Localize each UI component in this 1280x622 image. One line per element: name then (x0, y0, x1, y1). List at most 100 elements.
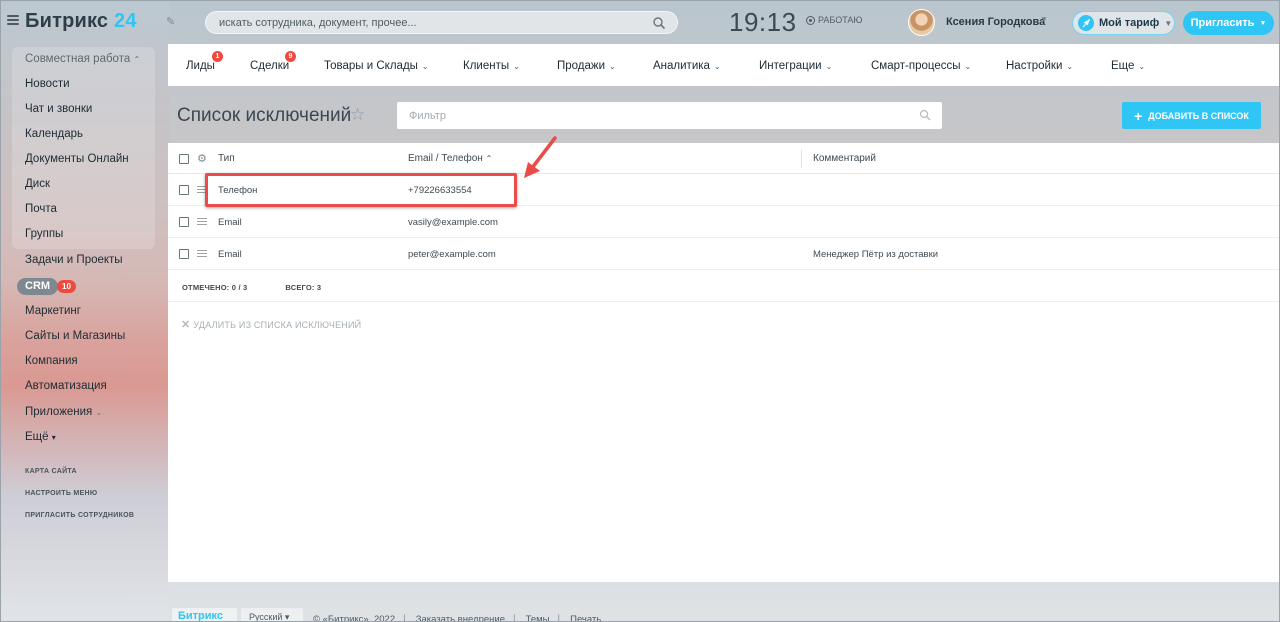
menu-burger-icon[interactable] (7, 15, 19, 25)
selected-count: ОТМЕЧЕНО: 0 / 3 (182, 283, 248, 292)
sidebar-item-tasks[interactable]: Задачи и Проекты (25, 254, 123, 266)
themes-link[interactable]: Темы (526, 614, 550, 622)
plus-icon: + (1134, 107, 1143, 124)
status-dot-icon (806, 15, 815, 25)
sidebar-item-apps[interactable]: Приложения ⌄ (25, 406, 102, 418)
search-icon[interactable] (652, 16, 666, 30)
drag-handle-icon[interactable] (197, 250, 207, 257)
exclusions-grid: ⚙ Тип Email / Телефон ⌃ Комментарий Теле… (168, 143, 1280, 582)
tab-sales[interactable]: Продажи ⌄ (557, 60, 616, 72)
separator: | (557, 614, 561, 622)
cell-contact: vasily@example.com (408, 217, 498, 228)
divider (168, 301, 1280, 302)
page-footer: Битрикс 24 Русский ▾ © «Битрикс», 2022 |… (172, 608, 601, 622)
gear-icon[interactable]: ⚙ (197, 152, 207, 165)
chevron-down-icon: ⌄ (1066, 62, 1074, 71)
tab-deals-badge: 9 (285, 51, 296, 62)
invite-button[interactable]: Пригласить ▼ (1183, 11, 1274, 35)
sidebar-item-docs[interactable]: Документы Онлайн (25, 153, 129, 165)
add-to-list-button[interactable]: + ДОБАВИТЬ В СПИСОК (1122, 102, 1261, 129)
user-name[interactable]: Ксения Городкова (946, 16, 1045, 28)
top-bar: Битрикс 24 ✎ искать сотрудника, документ… (0, 0, 1280, 44)
chevron-down-icon: ⌄ (825, 62, 833, 71)
tab-integrations[interactable]: Интеграции ⌄ (759, 60, 832, 72)
star-icon[interactable]: ☆ (350, 105, 365, 125)
chevron-down-icon: ⌄ (421, 62, 429, 71)
order-implementation-link[interactable]: Заказать внедрение (416, 614, 505, 622)
copyright: © «Битрикс», 2022 (313, 614, 396, 622)
clock[interactable]: 19:13 (729, 7, 797, 38)
sidebar-item-marketing[interactable]: Маркетинг (25, 305, 81, 317)
filter-field[interactable]: Фильтр (397, 102, 942, 129)
separator: | (512, 614, 516, 622)
tab-leads[interactable]: Лиды (186, 60, 215, 72)
print-link[interactable]: Печать (570, 614, 601, 622)
search-input[interactable]: искать сотрудника, документ, прочее... (219, 17, 417, 29)
logo[interactable]: Битрикс 24 (25, 10, 137, 33)
cell-comment: Менеджер Пётр из доставки (813, 249, 939, 260)
tab-smart-processes[interactable]: Смарт-процессы ⌄ (871, 60, 971, 72)
sidebar-item-automation[interactable]: Автоматизация (25, 380, 107, 392)
edit-pencil-icon[interactable]: ✎ (166, 15, 175, 28)
page-title: Список исключений (177, 105, 352, 126)
tab-clients[interactable]: Клиенты ⌄ (463, 60, 520, 72)
tab-deals[interactable]: Сделки (250, 60, 289, 72)
sidebar-item-calendar[interactable]: Календарь (25, 128, 83, 140)
rocket-icon (1078, 15, 1094, 31)
column-contact[interactable]: Email / Телефон ⌃ (408, 153, 492, 164)
total-count: ВСЕГО: 3 (285, 283, 322, 292)
chevron-down-icon: ⌄ (713, 62, 721, 71)
select-all-checkbox[interactable] (179, 154, 189, 164)
sidebar-link-configure-menu[interactable]: НАСТРОИТЬ МЕНЮ (25, 490, 97, 497)
tab-settings[interactable]: Настройки ⌄ (1006, 60, 1073, 72)
sidebar-item-news[interactable]: Новости (25, 78, 70, 90)
chevron-down-icon: ▼ (1164, 18, 1173, 28)
search-icon[interactable] (919, 109, 931, 121)
table-row[interactable]: Email peter@example.com Менеджер Пётр из… (168, 238, 1280, 270)
my-tariff-button[interactable]: Мой тариф ▼ (1072, 11, 1175, 35)
chevron-down-icon: ⌄ (1138, 62, 1146, 71)
footer-logo[interactable]: Битрикс 24 (172, 608, 237, 622)
sidebar-item-chat[interactable]: Чат и звонки (25, 103, 92, 115)
cell-type: Email (218, 217, 242, 228)
work-status[interactable]: РАБОТАЮ (806, 15, 863, 25)
avatar[interactable] (908, 9, 935, 36)
sidebar-item-sites[interactable]: Сайты и Магазины (25, 330, 125, 342)
sidebar-link-invite[interactable]: ПРИГЛАСИТЬ СОТРУДНИКОВ (25, 512, 134, 519)
tab-more[interactable]: Еще ⌄ (1111, 60, 1145, 72)
sidebar-item-company[interactable]: Компания (25, 355, 78, 367)
chevron-down-icon: ⌄ (609, 62, 616, 71)
row-checkbox[interactable] (179, 249, 189, 259)
grid-header: ⚙ Тип Email / Телефон ⌃ Комментарий (168, 143, 1280, 174)
sidebar-item-crm[interactable]: CRM (17, 278, 59, 295)
sidebar-group-title[interactable]: Совместная работа ⌃ (25, 53, 140, 65)
sidebar-item-mail[interactable]: Почта (25, 203, 57, 215)
sidebar-item-groups[interactable]: Группы (25, 228, 63, 240)
drag-handle-icon[interactable] (197, 218, 207, 225)
table-row[interactable]: Email vasily@example.com (168, 206, 1280, 238)
sidebar-link-sitemap[interactable]: КАРТА САЙТА (25, 468, 77, 475)
close-icon: ✕ (181, 319, 191, 331)
tab-analytics[interactable]: Аналитика ⌄ (653, 60, 721, 72)
tab-leads-badge: 1 (212, 51, 223, 62)
chevron-down-icon: ⌄ (513, 62, 520, 71)
row-checkbox[interactable] (179, 217, 189, 227)
chevron-down-icon[interactable]: ▼ (1040, 15, 1048, 24)
remove-action-label: УДАЛИТЬ ИЗ СПИСКА ИСКЛЮЧЕНИЙ (193, 319, 362, 330)
sidebar-item-more[interactable]: Ещё ▾ (25, 431, 56, 443)
column-divider (801, 150, 802, 168)
column-comment[interactable]: Комментарий (813, 153, 876, 164)
row-checkbox[interactable] (179, 185, 189, 195)
chevron-down-icon: ▾ (51, 433, 56, 442)
invite-label: Пригласить (1190, 17, 1255, 29)
tab-products[interactable]: Товары и Склады ⌄ (324, 60, 429, 72)
cell-type: Email (218, 249, 242, 260)
sidebar-item-disk[interactable]: Диск (25, 178, 50, 190)
column-type[interactable]: Тип (218, 153, 235, 164)
remove-from-exclusions-button[interactable]: ✕ УДАЛИТЬ ИЗ СПИСКА ИСКЛЮЧЕНИЙ (181, 318, 361, 331)
language-select[interactable]: Русский ▾ (241, 608, 303, 622)
filter-input[interactable]: Фильтр (409, 110, 446, 122)
global-search[interactable]: искать сотрудника, документ, прочее... (205, 11, 678, 34)
tariff-label: Мой тариф (1099, 17, 1160, 29)
separator: | (403, 614, 406, 622)
